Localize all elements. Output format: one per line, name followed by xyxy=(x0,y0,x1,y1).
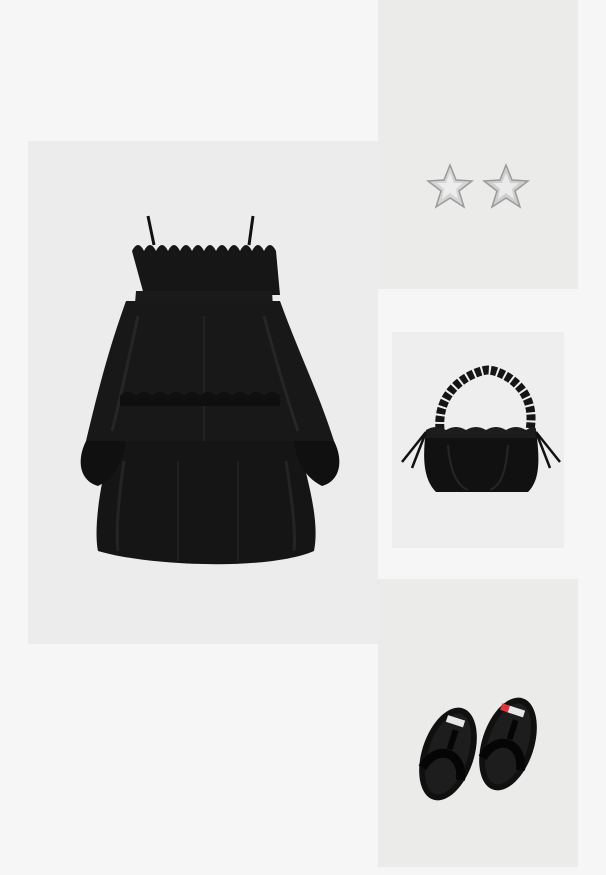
earrings-product-tile[interactable] xyxy=(378,0,578,289)
sandals-image xyxy=(418,697,537,801)
sandals-product-tile[interactable] xyxy=(378,579,578,867)
bag-image xyxy=(401,365,561,492)
bag-product-tile[interactable] xyxy=(378,290,578,578)
outfit-board xyxy=(0,0,606,875)
dress-product-tile[interactable] xyxy=(28,141,378,644)
earrings-image xyxy=(425,162,531,209)
dress-image xyxy=(80,215,340,565)
